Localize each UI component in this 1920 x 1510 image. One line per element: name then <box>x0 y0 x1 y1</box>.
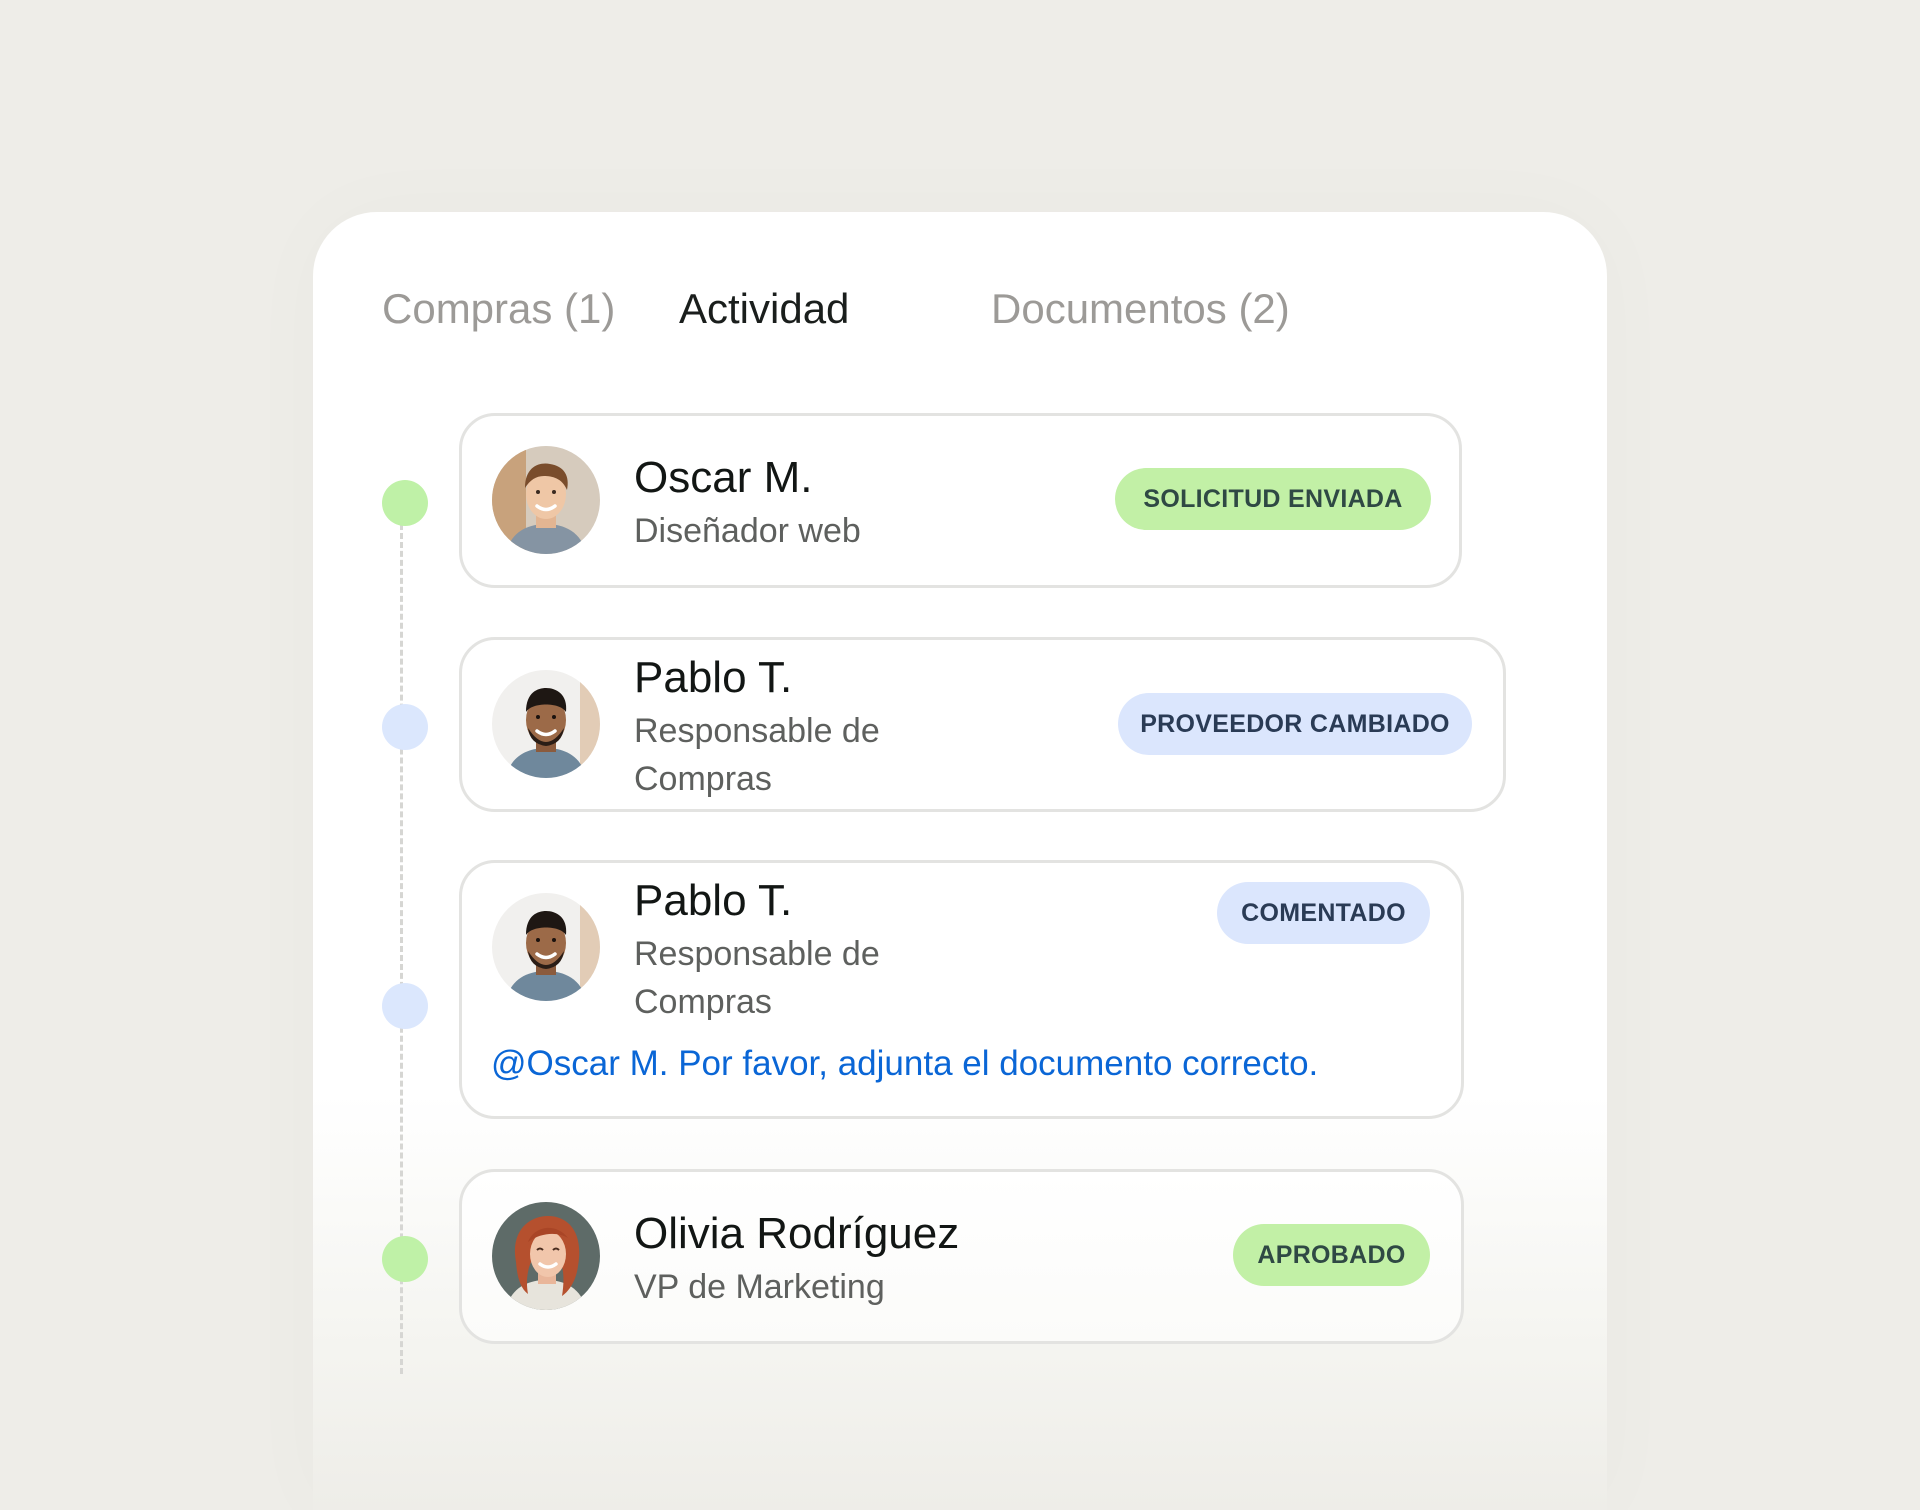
timeline-dot <box>382 704 428 750</box>
user-name: Pablo T. <box>634 876 793 925</box>
activity-panel: Compras (1) Actividad Documentos (2) Osc… <box>313 212 1607 1510</box>
user-role: Responsable de Compras <box>634 712 880 798</box>
woman-red-hair-avatar <box>492 1202 600 1310</box>
user-role: Responsable de Compras <box>634 935 880 1021</box>
user-name: Pablo T. <box>634 653 793 702</box>
tab-actividad[interactable]: Actividad <box>679 284 849 334</box>
user-role: VP de Marketing <box>634 1268 885 1306</box>
timeline-dot <box>382 983 428 1029</box>
user-name: Oscar M. <box>634 453 813 502</box>
status-badge: PROVEEDOR CAMBIADO <box>1118 693 1472 755</box>
tab-compras[interactable]: Compras (1) <box>382 284 615 334</box>
status-badge: SOLICITUD ENVIADA <box>1115 468 1431 530</box>
comment-mention-text[interactable]: @Oscar M. Por favor, adjunta el document… <box>491 1041 1318 1087</box>
tab-documentos[interactable]: Documentos (2) <box>991 284 1290 334</box>
page: Compras (1) Actividad Documentos (2) Osc… <box>0 0 1920 1510</box>
man-dark-hair-avatar <box>492 670 600 778</box>
man-light-hair-avatar <box>492 446 600 554</box>
activity-card[interactable]: Olivia Rodríguez VP de Marketing APROBAD… <box>459 1169 1464 1344</box>
activity-card[interactable]: Pablo T. Responsable de Compras PROVEEDO… <box>459 637 1506 812</box>
timeline-dot <box>382 1236 428 1282</box>
timeline-dot <box>382 480 428 526</box>
tab-bar: Compras (1) Actividad Documentos (2) <box>382 284 1482 428</box>
status-badge: COMENTADO <box>1217 882 1430 944</box>
activity-card[interactable]: Pablo T. Responsable de Compras COMENTAD… <box>459 860 1464 1119</box>
status-badge: APROBADO <box>1233 1224 1430 1286</box>
activity-card[interactable]: Oscar M. Diseñador web SOLICITUD ENVIADA <box>459 413 1462 588</box>
user-name: Olivia Rodríguez <box>634 1209 960 1258</box>
user-role: Diseñador web <box>634 512 861 550</box>
man-dark-hair-avatar <box>492 893 600 1001</box>
